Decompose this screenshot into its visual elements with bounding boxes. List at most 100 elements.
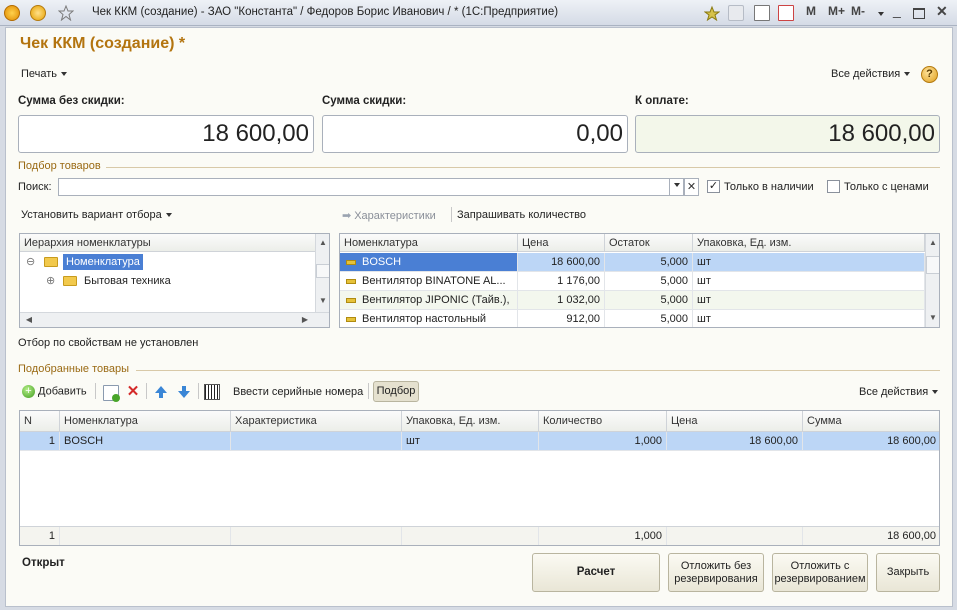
vertical-scrollbar[interactable]: ▲ ▼ [315,234,329,312]
scroll-thumb[interactable] [926,256,939,274]
product-stock-cell[interactable]: 5,000 [605,272,693,291]
all-actions-menu[interactable]: Все действия [831,68,911,80]
sum-discount-field[interactable]: 0,00 [322,115,628,153]
document-status: Открыт [22,557,65,569]
column-header[interactable]: Цена [518,234,605,252]
pick-button[interactable]: Подбор [373,381,419,402]
dropdown-icon[interactable] [874,6,884,24]
row-quantity-cell[interactable]: 1,000 [539,432,667,451]
tree-item[interactable]: ⊕ Бытовая техника [20,272,316,291]
defer-with-reserve-button[interactable]: Отложить с резервированием [772,553,868,592]
favorite-arrow-icon[interactable] [703,5,721,22]
product-icon [346,259,356,265]
column-header[interactable]: Номенклатура [340,234,518,252]
row-price-cell[interactable]: 18 600,00 [667,432,803,451]
product-unit-cell[interactable]: шт [693,310,925,327]
row-unit-cell[interactable]: шт [402,432,539,451]
scroll-left-icon[interactable]: ◀ [22,313,36,327]
product-unit-cell[interactable]: шт [693,291,925,310]
product-unit-cell[interactable]: шт [693,253,925,272]
column-header[interactable]: Остаток [605,234,693,252]
scroll-up-icon[interactable]: ▲ [316,236,329,250]
memory-minus-button[interactable]: M- [851,4,865,22]
product-price-cell[interactable]: 912,00 [518,310,605,327]
serial-numbers-button[interactable]: Ввести серийные номера [233,386,363,398]
print-menu[interactable]: Печать [21,68,68,80]
horizontal-scrollbar[interactable]: ◀ ▶ [20,312,329,327]
button-line-1: Отложить без [680,560,752,572]
maximize-button[interactable] [913,8,925,19]
column-header[interactable]: Характеристика [231,411,402,432]
to-pay-field[interactable]: 18 600,00 [635,115,940,153]
product-name-cell[interactable]: Вентилятор настольный [340,310,518,327]
product-name-cell[interactable]: Вентилятор JIPONIC (Тайв.), [340,291,518,310]
row-characteristic-cell[interactable] [231,432,402,451]
filter-variant-menu[interactable]: Установить вариант отбора [21,209,172,221]
product-price-cell[interactable]: 1 176,00 [518,272,605,291]
search-input[interactable] [58,178,670,196]
row-name-cell[interactable]: BOSCH [60,432,231,451]
column-header[interactable]: Цена [667,411,803,432]
close-window-button[interactable]: ✕ [936,3,948,21]
search-dropdown-button[interactable] [670,178,684,196]
move-down-icon[interactable] [176,384,192,400]
memory-plus-button[interactable]: M+ [828,4,845,22]
column-header[interactable]: Количество [539,411,667,432]
product-name-cell[interactable]: BOSCH [340,253,518,272]
star-icon[interactable] [57,4,75,22]
hierarchy-tree[interactable]: Иерархия номенклатуры ⊖ Номенклатура ⊕ Б… [19,233,330,328]
product-unit-cell[interactable]: шт [693,272,925,291]
minimize-button[interactable]: _ [893,2,901,20]
column-header[interactable]: Упаковка, Ед. изм. [693,234,925,252]
calendar-icon[interactable] [778,5,794,21]
app-logo-icon[interactable] [4,5,20,21]
product-stock-cell[interactable]: 5,000 [605,291,693,310]
only-with-prices-checkbox[interactable] [827,180,840,193]
search-clear-button[interactable]: ✕ [684,178,699,196]
column-header[interactable]: Упаковка, Ед. изм. [402,411,539,432]
row-sum-cell[interactable]: 18 600,00 [803,432,939,451]
column-header[interactable]: N [20,411,60,432]
product-name-cell[interactable]: Вентилятор BINATONE AL... [340,272,518,291]
column-header[interactable]: Сумма [803,411,939,432]
characteristics-button[interactable]: ➡ Характеристики [342,209,436,222]
close-button[interactable]: Закрыть [876,553,940,592]
collapse-icon[interactable]: ⊖ [26,255,35,268]
scroll-down-icon[interactable]: ▼ [316,294,329,308]
product-price-cell[interactable]: 18 600,00 [518,253,605,272]
add-button[interactable]: + Добавить [22,385,87,398]
help-button[interactable]: ? [921,66,938,83]
group-divider [106,167,940,168]
calculate-button[interactable]: Расчет [532,553,660,592]
arrow-right-icon: ➡ [342,210,352,222]
barcode-icon[interactable] [204,384,220,400]
product-price-cell[interactable]: 1 032,00 [518,291,605,310]
delete-icon[interactable]: ✕ [125,384,141,400]
selected-all-actions-menu[interactable]: Все действия [859,386,939,398]
selected-goods-table[interactable]: N Номенклатура Характеристика Упаковка, … [19,410,940,546]
sum-no-discount-field[interactable]: 18 600,00 [18,115,314,153]
document-icon[interactable] [728,5,744,21]
only-in-stock-checkbox[interactable]: ✓ [707,180,720,193]
scroll-up-icon[interactable]: ▲ [926,236,939,250]
scroll-thumb[interactable] [316,264,329,278]
expand-icon[interactable]: ⊕ [46,274,55,287]
tree-item-label: Номенклатура [63,254,143,270]
column-header[interactable]: Номенклатура [60,411,231,432]
tree-item[interactable]: ⊖ Номенклатура [20,253,316,272]
copy-icon[interactable] [103,385,120,402]
product-stock-cell[interactable]: 5,000 [605,253,693,272]
menu-circle-icon[interactable] [30,5,46,21]
scroll-down-icon[interactable]: ▼ [926,311,939,325]
calculator-icon[interactable] [754,5,770,21]
hierarchy-header: Иерархия номенклатуры [20,234,316,252]
scroll-right-icon[interactable]: ▶ [298,313,312,327]
defer-without-reserve-button[interactable]: Отложить без резервирования [668,553,764,592]
products-table[interactable]: Номенклатура Цена Остаток Упаковка, Ед. … [339,233,940,328]
memory-button[interactable]: M [806,4,816,22]
move-up-icon[interactable] [153,384,169,400]
ask-quantity-button[interactable]: Запрашивать количество [457,209,586,221]
vertical-scrollbar[interactable]: ▲ ▼ [925,234,939,327]
row-number-cell[interactable]: 1 [20,432,60,451]
product-stock-cell[interactable]: 5,000 [605,310,693,327]
